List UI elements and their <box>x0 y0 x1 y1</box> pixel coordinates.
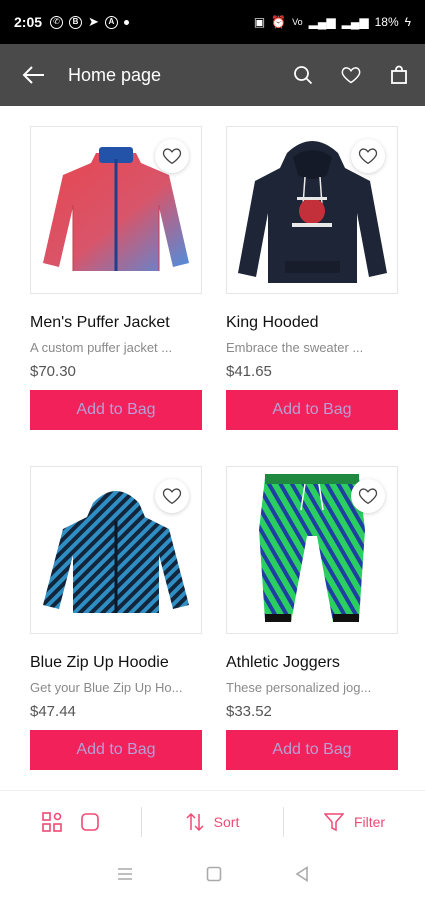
favorite-heart-icon[interactable] <box>351 479 385 513</box>
page-title: Home page <box>68 64 162 85</box>
product-name[interactable]: Men's Puffer Jacket <box>30 314 202 332</box>
add-to-bag-button[interactable]: Add to Bag <box>226 730 398 770</box>
app-icon: A <box>104 15 118 29</box>
product-description: Get your Blue Zip Up Ho... <box>30 680 183 695</box>
product-name[interactable]: Athletic Joggers <box>226 654 398 672</box>
view-toggle <box>0 802 141 842</box>
filter-label: Filter <box>353 813 386 830</box>
back-arrow-icon[interactable] <box>22 65 46 85</box>
sort-icon <box>186 812 204 832</box>
product-card[interactable]: King Hooded Embrace the sweater ... $41.… <box>226 126 398 430</box>
back-icon[interactable] <box>295 865 309 887</box>
product-name[interactable]: Blue Zip Up Hoodie <box>30 654 202 672</box>
search-icon[interactable] <box>293 65 313 85</box>
product-image-box[interactable] <box>226 126 398 294</box>
signal-1-icon: ▂▄▆ <box>308 15 336 29</box>
status-time: 2:05 <box>14 14 43 30</box>
app-bar: Home page <box>0 44 425 106</box>
favorite-heart-icon[interactable] <box>155 479 189 513</box>
product-description: Embrace the sweater ... <box>226 340 364 355</box>
whatsapp-business-icon: B <box>69 15 83 29</box>
product-price: $70.30 <box>30 363 76 380</box>
data-icon: Vo <box>292 17 303 27</box>
product-price: $47.44 <box>30 703 76 720</box>
product-image-box[interactable] <box>30 466 202 634</box>
product-image-box[interactable] <box>226 466 398 634</box>
sort-button[interactable]: Sort <box>142 802 283 842</box>
product-image-box[interactable] <box>30 126 202 294</box>
app-bar-actions <box>293 65 409 85</box>
bottom-toolbar: Sort Filter <box>0 790 425 852</box>
add-to-bag-button[interactable]: Add to Bag <box>30 730 202 770</box>
filter-icon <box>323 812 344 832</box>
single-view-icon[interactable] <box>80 812 100 832</box>
vibrate-icon: ▣ <box>253 15 266 29</box>
status-bar: 2:05 ✆ B ➤ A ▣ ⏰ Vo ▂▄▆ ▂▄▆ 18% ϟ <box>0 0 425 44</box>
notification-icons: ✆ B ➤ A <box>50 14 129 30</box>
system-nav-bar <box>0 852 425 900</box>
filter-button[interactable]: Filter <box>284 802 425 842</box>
signal-2-icon: ▂▄▆ <box>341 15 369 29</box>
alarm-icon: ⏰ <box>271 15 287 29</box>
whatsapp-icon: ✆ <box>50 15 64 29</box>
product-name[interactable]: King Hooded <box>226 314 398 332</box>
telegram-icon: ➤ <box>88 14 99 29</box>
system-status: ▣ ⏰ Vo ▂▄▆ ▂▄▆ 18% ϟ <box>254 15 411 29</box>
home-icon[interactable] <box>206 866 222 887</box>
product-card[interactable]: Athletic Joggers These personalized jog.… <box>226 466 398 770</box>
product-grid: Men's Puffer Jacket A custom puffer jack… <box>30 126 398 770</box>
battery-level: 18% <box>374 15 399 29</box>
grid-view-icon[interactable] <box>41 811 62 832</box>
product-price: $33.52 <box>226 703 272 720</box>
charging-icon: ϟ <box>404 15 411 29</box>
sort-label: Sort <box>213 813 240 830</box>
product-card[interactable]: Blue Zip Up Hoodie Get your Blue Zip Up … <box>30 466 202 770</box>
shopping-bag-icon[interactable] <box>389 65 409 85</box>
product-description: These personalized jog... <box>226 680 372 695</box>
more-notifications-icon <box>123 19 129 25</box>
add-to-bag-button[interactable]: Add to Bag <box>226 390 398 430</box>
heart-icon[interactable] <box>341 65 361 85</box>
favorite-heart-icon[interactable] <box>351 139 385 173</box>
recent-apps-icon[interactable] <box>117 867 133 886</box>
product-description: A custom puffer jacket ... <box>30 340 173 355</box>
product-card[interactable]: Men's Puffer Jacket A custom puffer jack… <box>30 126 202 430</box>
favorite-heart-icon[interactable] <box>155 139 189 173</box>
add-to-bag-button[interactable]: Add to Bag <box>30 390 202 430</box>
product-price: $41.65 <box>226 363 272 380</box>
